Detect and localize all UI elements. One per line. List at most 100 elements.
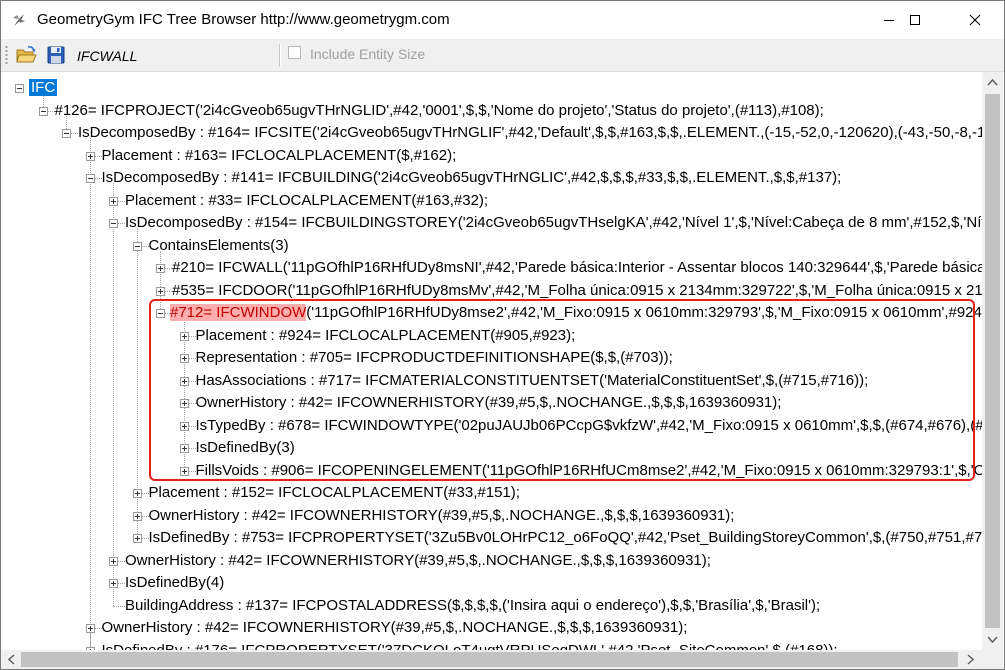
- tree-node[interactable]: #126= IFCPROJECT('2i4cGveob65ugvTHrNGLID…: [53, 100, 826, 122]
- scroll-right-arrow-icon[interactable]: [967, 654, 975, 665]
- collapse-icon[interactable]: [132, 241, 142, 251]
- tree-node[interactable]: IsDecomposedBy : #164= IFCSITE('2i4cGveo…: [76, 122, 982, 144]
- tree-node[interactable]: IsDefinedBy(3): [194, 437, 297, 459]
- tree-node[interactable]: IsTypedBy : #678= IFCWINDOWTYPE('02puJAU…: [194, 415, 983, 437]
- tree-node-label: BuildingAddress : #137= IFCPOSTALADDRESS…: [125, 596, 821, 614]
- tree-connector: [113, 183, 114, 606]
- tree-node-label: IsDecomposedBy : #164= IFCSITE('2i4cGveo…: [78, 124, 982, 141]
- entity-type-label[interactable]: IFCWALL: [77, 48, 137, 64]
- tree-node[interactable]: IsDefinedBy(4): [123, 572, 226, 594]
- tree-node-label: #210= IFCWALL('11pGOfhlP16RHfUDy8msNI',#…: [172, 259, 982, 276]
- expand-icon[interactable]: [179, 331, 189, 341]
- tree-node[interactable]: #535= IFCDOOR('11pGOfhlP16RHfUDy8msMv',#…: [170, 280, 982, 302]
- scroll-up-arrow-icon[interactable]: [987, 78, 998, 86]
- expand-icon[interactable]: [109, 196, 118, 206]
- tree-node-label: OwnerHistory : #42= IFCOWNERHISTORY(#39,…: [148, 506, 735, 524]
- toolbar: IFCWALL Include Entity Size: [1, 39, 1004, 72]
- tree-node-label: Representation : #705= IFCPRODUCTDEFINIT…: [195, 349, 673, 366]
- expand-icon[interactable]: [132, 511, 142, 521]
- tree-node-label: IsDefinedBy(4): [125, 574, 225, 591]
- expand-icon[interactable]: [179, 354, 189, 363]
- tree-connector: [160, 250, 161, 313]
- expand-icon[interactable]: [132, 489, 142, 498]
- tree-node-label: Placement : #924= IFCLOCALPLACEMENT(#905…: [195, 326, 576, 344]
- vertical-scrollbar[interactable]: [982, 72, 1003, 650]
- tree-node[interactable]: IsDefinedBy : #176= IFCPROPERTYSET('37DC…: [100, 640, 840, 651]
- maximize-icon: [910, 15, 920, 25]
- expand-icon[interactable]: [179, 376, 189, 386]
- title-bar[interactable]: GeometryGym IFC Tree Browser http://www.…: [1, 1, 1004, 39]
- expand-icon[interactable]: [156, 286, 165, 296]
- collapse-icon[interactable]: [109, 219, 118, 228]
- include-entity-size-label: Include Entity Size: [310, 46, 426, 62]
- scroll-left-arrow-icon[interactable]: [7, 654, 15, 665]
- tree-node-label: IsDefinedBy : #176= IFCPROPERTYSET('37DC…: [101, 641, 838, 651]
- tree-node[interactable]: OwnerHistory : #42= IFCOWNERHISTORY(#39,…: [147, 505, 737, 527]
- tree-node-label: IsDecomposedBy : #154= IFCBUILDINGSTOREY…: [125, 214, 982, 231]
- tree-node-label: FillsVoids : #906= IFCOPENINGELEMENT('11…: [195, 461, 983, 479]
- tree-node-label: IsDefinedBy : #753= IFCPROPERTYSET('3Zu5…: [148, 529, 983, 546]
- ifc-tree-view[interactable]: IFC #126= IFCPROJECT('2i4cGveob65ugvTHrNG…: [1, 72, 982, 650]
- tree-node[interactable]: IsDecomposedBy : #154= IFCBUILDINGSTOREY…: [123, 212, 982, 234]
- tree-node-label: OwnerHistory : #42= IFCOWNERHISTORY(#39,…: [101, 619, 688, 636]
- tree-node[interactable]: #712= IFCWINDOW('11pGOfhlP16RHfUDy8mse2'…: [170, 302, 982, 324]
- collapse-icon[interactable]: [156, 309, 165, 318]
- expand-icon[interactable]: [179, 399, 189, 408]
- expand-icon[interactable]: [132, 534, 142, 543]
- tree-node-label: Placement : #163= IFCLOCALPLACEMENT($,#1…: [101, 146, 457, 164]
- tree-node[interactable]: OwnerHistory : #42= IFCOWNERHISTORY(#39,…: [100, 617, 690, 639]
- tree-node[interactable]: Placement : #163= IFCLOCALPLACEMENT($,#1…: [100, 145, 459, 167]
- tree-node-label: #535= IFCDOOR('11pGOfhlP16RHfUDy8msMv',#…: [172, 281, 982, 299]
- expand-icon[interactable]: [109, 579, 118, 588]
- scroll-down-arrow-icon[interactable]: [987, 636, 998, 644]
- collapse-icon[interactable]: [38, 106, 48, 116]
- save-icon[interactable]: [45, 44, 67, 66]
- toolbar-grip[interactable]: [5, 45, 8, 65]
- app-logo-icon: [13, 14, 25, 26]
- expand-icon[interactable]: [109, 556, 118, 566]
- app-window: GeometryGym IFC Tree Browser http://www.…: [0, 0, 1005, 670]
- tree-node[interactable]: FillsVoids : #906= IFCOPENINGELEMENT('11…: [194, 460, 983, 482]
- tree-node[interactable]: Placement : #33= IFCLOCALPLACEMENT(#163,…: [123, 190, 490, 212]
- include-entity-size-checkbox[interactable]: [288, 46, 301, 59]
- tree-node[interactable]: IsDefinedBy : #753= IFCPROPERTYSET('3Zu5…: [147, 527, 983, 549]
- expand-icon[interactable]: [156, 264, 165, 273]
- tree-node-label: OwnerHistory : #42= IFCOWNERHISTORY(#39,…: [125, 551, 711, 569]
- expand-icon[interactable]: [179, 444, 189, 453]
- expand-icon[interactable]: [179, 421, 189, 431]
- tree-node-label: ContainsElements(3): [148, 236, 289, 254]
- tree-node[interactable]: Representation : #705= IFCPRODUCTDEFINIT…: [194, 347, 675, 369]
- tree-node-label: Placement : #33= IFCLOCALPLACEMENT(#163,…: [125, 191, 489, 209]
- window-title: GeometryGym IFC Tree Browser http://www.…: [37, 11, 450, 28]
- tree-node[interactable]: Placement : #152= IFCLOCALPLACEMENT(#33,…: [147, 482, 522, 504]
- tree-node[interactable]: HasAssociations : #717= IFCMATERIALCONST…: [194, 370, 871, 392]
- maximize-button[interactable]: [892, 1, 938, 39]
- tree-node-label: ('11pGOfhlP16RHfUDy8mse2',#42,'M_Fixo:09…: [306, 304, 982, 321]
- open-folder-icon[interactable]: [15, 44, 37, 66]
- tree-node-label: IsTypedBy : #678= IFCWINDOWTYPE('02puJAU…: [195, 416, 983, 434]
- tree-node[interactable]: ContainsElements(3): [147, 235, 291, 257]
- tree-node[interactable]: BuildingAddress : #137= IFCPOSTALADDRESS…: [123, 595, 822, 617]
- tree-node[interactable]: OwnerHistory : #42= IFCOWNERHISTORY(#39,…: [123, 550, 713, 572]
- tree-node[interactable]: Placement : #924= IFCLOCALPLACEMENT(#905…: [194, 325, 578, 347]
- horizontal-scrollbar[interactable]: [1, 650, 982, 669]
- tree-node-label: IsDefinedBy(3): [195, 439, 295, 456]
- expand-icon[interactable]: [179, 466, 189, 476]
- collapse-icon[interactable]: [15, 84, 24, 93]
- close-button[interactable]: [952, 1, 998, 39]
- tree-node[interactable]: #210= IFCWALL('11pGOfhlP16RHfUDy8msNI',#…: [170, 257, 982, 279]
- horizontal-scroll-thumb[interactable]: [21, 652, 958, 667]
- expand-icon[interactable]: [85, 151, 95, 161]
- tree-node-label: #126= IFCPROJECT('2i4cGveob65ugvTHrNGLID…: [54, 101, 824, 119]
- tree-connector: [89, 138, 91, 650]
- expand-icon[interactable]: [85, 624, 95, 633]
- vertical-scroll-thumb[interactable]: [985, 94, 1000, 628]
- tree-node[interactable]: IsDecomposedBy : #141= IFCBUILDING('2i4c…: [100, 167, 844, 189]
- highlighted-entity-label: #712= IFCWINDOW: [170, 304, 307, 321]
- tree-root-node[interactable]: IFC: [29, 77, 58, 99]
- collapse-icon[interactable]: [85, 174, 95, 183]
- tree-node[interactable]: OwnerHistory : #42= IFCOWNERHISTORY(#39,…: [194, 392, 784, 414]
- scrollbar-corner: [982, 650, 1003, 669]
- tree-node-label: IsDecomposedBy : #141= IFCBUILDING('2i4c…: [101, 169, 842, 186]
- collapse-icon[interactable]: [62, 129, 71, 138]
